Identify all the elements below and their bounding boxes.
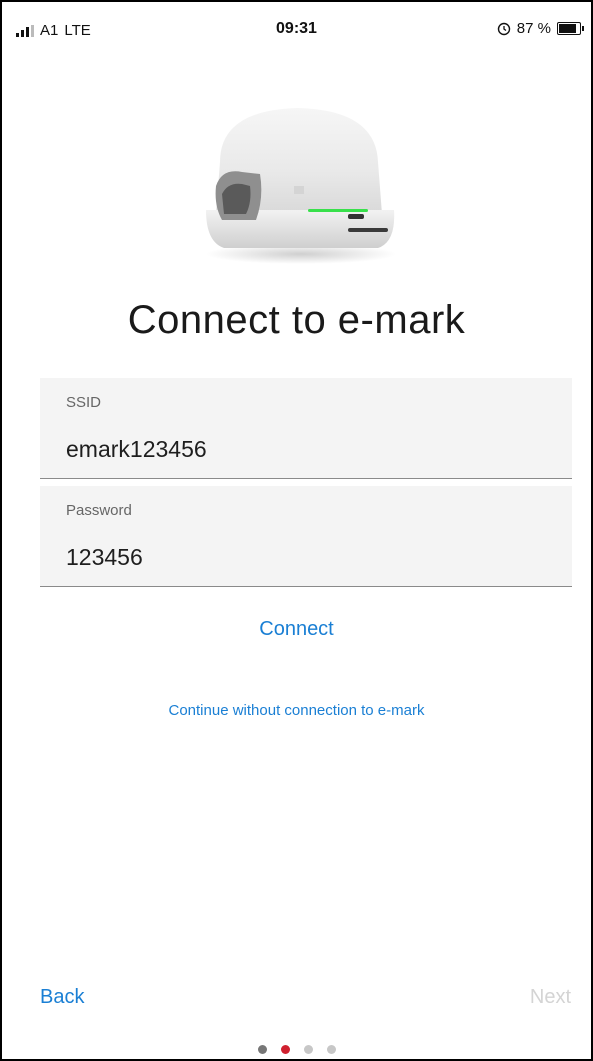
page-dot [280, 1045, 290, 1054]
battery-icon [557, 22, 584, 35]
back-button[interactable]: Back [40, 986, 84, 1009]
password-input[interactable]: 123456 [66, 544, 143, 571]
password-field[interactable]: Password 123456 [40, 486, 572, 587]
printer-device-image [206, 108, 396, 264]
ssid-label: SSID [66, 394, 102, 411]
status-right: 87 % [497, 20, 584, 37]
app-screen: A1 LTE 09:31 87 % Connect to e-mark SSID… [0, 0, 593, 1061]
connect-button[interactable]: Connect [2, 618, 591, 641]
page-dot [303, 1045, 313, 1054]
battery-percent: 87 % [516, 20, 551, 37]
next-button[interactable]: Next [530, 986, 571, 1009]
status-bar: A1 LTE 09:31 87 % [2, 2, 591, 52]
page-title: Connect to e-mark [127, 298, 466, 342]
password-label: Password [66, 502, 132, 519]
clock-icon [497, 22, 510, 35]
ssid-field[interactable]: SSID emark123456 [40, 378, 572, 479]
page-dot [326, 1045, 336, 1054]
continue-without-connection-link[interactable]: Continue without connection to e-mark [2, 702, 591, 719]
page-dot [257, 1045, 267, 1054]
ssid-input[interactable]: emark123456 [66, 436, 207, 463]
page-indicator [2, 1045, 591, 1054]
